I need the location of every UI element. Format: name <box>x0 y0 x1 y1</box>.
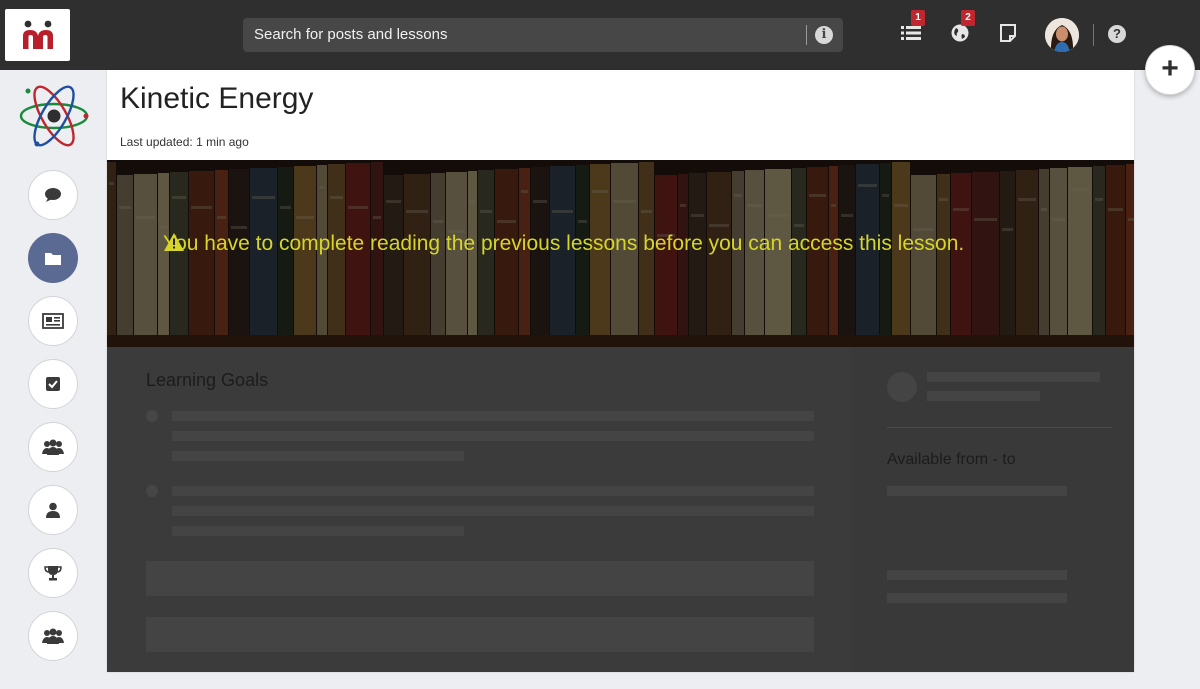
last-updated-value: 1 min ago <box>196 135 249 149</box>
rail-members-button[interactable] <box>28 611 78 661</box>
available-title: Available from - to <box>887 451 1016 468</box>
goal-bullet <box>146 485 158 497</box>
search-placeholder: Search for posts and lessons <box>254 26 448 43</box>
warning-text: You have to complete reading the previou… <box>163 232 965 255</box>
date-placeholder <box>887 486 1067 496</box>
author-placeholder <box>927 372 1100 382</box>
side-divider <box>887 427 1112 428</box>
rail-folder-button[interactable] <box>28 233 78 283</box>
search-input[interactable]: Search for posts and lessons i <box>243 18 843 52</box>
rail-tasks-button[interactable] <box>28 359 78 409</box>
note-icon[interactable] <box>995 20 1021 46</box>
goal-placeholder <box>172 431 814 441</box>
rail-news-button[interactable] <box>28 296 78 346</box>
goal-bullet <box>146 410 158 422</box>
learning-goals-title: Learning Goals <box>146 370 269 390</box>
goal-placeholder <box>172 451 464 461</box>
date-placeholder <box>887 593 1067 603</box>
news-icon <box>42 313 64 329</box>
goal-placeholder <box>172 486 814 496</box>
trophy-icon <box>44 566 62 581</box>
last-updated-label: Last updated: <box>120 135 193 149</box>
group-icon <box>42 628 64 644</box>
group-icon <box>42 439 64 455</box>
content-placeholder-block <box>146 561 814 596</box>
user-icon <box>46 502 60 518</box>
info-icon[interactable]: i <box>815 26 833 44</box>
date-placeholder <box>887 570 1067 580</box>
logo-icon <box>22 20 53 49</box>
lesson-banner: You have to complete reading the previou… <box>107 160 1134 347</box>
author-placeholder <box>927 391 1040 401</box>
last-updated: Last updated: 1 min ago <box>120 135 249 149</box>
search-divider <box>806 25 807 45</box>
rail-comments-button[interactable] <box>28 170 78 220</box>
message-badge: 2 <box>961 10 975 26</box>
add-button[interactable]: + <box>1145 45 1195 95</box>
topbar-divider <box>1093 24 1094 46</box>
content-placeholder-block <box>146 617 814 652</box>
check-icon <box>46 377 60 391</box>
rail-profile-button[interactable] <box>28 485 78 535</box>
goal-placeholder <box>172 526 464 536</box>
folder-icon <box>45 252 61 265</box>
lesson-card: Kinetic Energy Last updated: 1 min ago Y… <box>107 70 1134 672</box>
author-avatar-placeholder <box>887 372 917 402</box>
rail-achievements-button[interactable] <box>28 548 78 598</box>
lesson-title: Kinetic Energy <box>120 82 314 115</box>
comment-icon <box>45 188 61 202</box>
app-logo[interactable] <box>5 9 70 61</box>
goal-placeholder <box>172 506 814 516</box>
user-avatar[interactable] <box>1045 18 1079 52</box>
course-logo[interactable] <box>18 78 90 154</box>
goal-placeholder <box>172 411 814 421</box>
rail-groups-button[interactable] <box>28 422 78 472</box>
help-icon[interactable]: ? <box>1108 25 1126 43</box>
top-bar: Search for posts and lessons i 1 2 ? <box>0 0 1200 70</box>
warning-icon <box>164 233 184 251</box>
notification-badge: 1 <box>911 10 925 26</box>
locked-warning: You have to complete reading the previou… <box>163 232 964 256</box>
